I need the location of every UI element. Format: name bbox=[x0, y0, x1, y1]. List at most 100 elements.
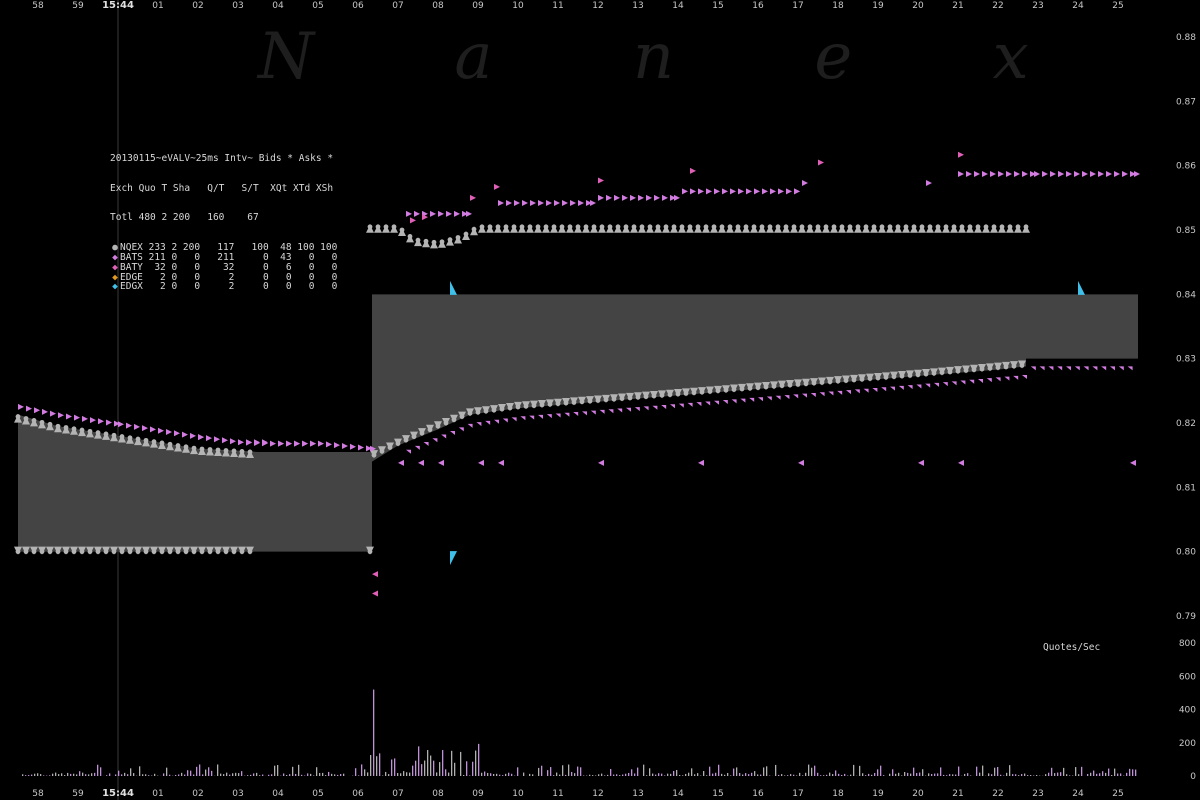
quote-rate-bar bbox=[517, 767, 519, 776]
quote-rate-bar bbox=[1069, 775, 1071, 776]
quote-rate-bar bbox=[1078, 774, 1080, 776]
nqex-bid-marker bbox=[787, 382, 793, 388]
x-tick-top-19: 19 bbox=[872, 1, 884, 11]
nqex-bid-marker bbox=[239, 549, 245, 555]
nqex-bid-marker bbox=[931, 370, 937, 376]
quote-rate-bar bbox=[838, 773, 840, 776]
quote-rate-bar bbox=[616, 774, 618, 776]
nqex-bid-marker bbox=[191, 549, 197, 555]
quote-rate-bar bbox=[892, 769, 894, 776]
quote-rate-bar bbox=[388, 774, 390, 776]
x-tick-bottom-06: 06 bbox=[352, 789, 364, 799]
quote-rate-bar bbox=[901, 775, 903, 776]
nqex-bid-marker bbox=[947, 369, 953, 375]
nqex-bid-marker bbox=[55, 549, 61, 555]
quote-rate-bar bbox=[1114, 768, 1116, 776]
quote-rate-bar bbox=[283, 773, 285, 776]
nqex-bid-marker bbox=[843, 378, 849, 383]
quote-rate-bar bbox=[289, 774, 291, 776]
nqex-bid-marker bbox=[915, 372, 921, 378]
nqex-bid-marker bbox=[771, 383, 777, 389]
nqex-bid-marker bbox=[459, 414, 465, 419]
nqex-ask-marker bbox=[495, 224, 501, 230]
quote-rate-bar bbox=[694, 774, 696, 776]
quote-rate-bar bbox=[256, 772, 258, 776]
quote-rate-bar bbox=[556, 772, 558, 776]
quote-rate-bar bbox=[583, 775, 585, 776]
quote-rate-bar bbox=[91, 773, 93, 776]
quote-rate-bar bbox=[436, 772, 438, 776]
nqex-ask-marker bbox=[735, 224, 741, 230]
quote-rate-bar bbox=[931, 774, 933, 776]
nqex-bid-marker bbox=[659, 392, 665, 398]
quote-rate-bar bbox=[1018, 775, 1020, 776]
quote-rate-bar bbox=[523, 772, 525, 776]
quote-rate-bar bbox=[682, 775, 684, 776]
quote-rate-bar bbox=[1135, 769, 1137, 776]
x-tick-bottom-12: 12 bbox=[592, 789, 603, 799]
quote-rate-bar bbox=[643, 764, 645, 776]
quote-rate-bar bbox=[610, 768, 612, 776]
nqex-ask-marker bbox=[567, 224, 573, 230]
quote-rate-bar bbox=[424, 760, 426, 776]
quote-rate-bar bbox=[343, 773, 345, 776]
nqex-bid-marker bbox=[1011, 363, 1017, 369]
x-tick-top-59: 59 bbox=[72, 1, 84, 11]
nqex-ask-marker bbox=[855, 224, 861, 230]
nqex-bid-marker bbox=[691, 390, 697, 396]
nqex-ask-marker bbox=[863, 224, 869, 230]
nqex-ask-marker bbox=[887, 224, 893, 230]
quote-rate-bar bbox=[538, 767, 540, 776]
nqex-bid-marker bbox=[987, 365, 993, 371]
quote-rate-bar bbox=[187, 770, 189, 776]
x-tick-top-12: 12 bbox=[592, 1, 603, 11]
nqex-bid-marker bbox=[603, 397, 609, 403]
quote-rate-bar bbox=[337, 774, 339, 776]
nqex-bid-marker bbox=[499, 406, 505, 412]
nqex-ask-marker bbox=[519, 224, 525, 230]
quote-rate-bar bbox=[763, 767, 765, 776]
quote-rate-bar bbox=[481, 772, 483, 776]
x-tick-bottom-18: 18 bbox=[832, 789, 844, 799]
quote-rate-bar bbox=[574, 773, 576, 776]
nqex-ask-marker bbox=[783, 224, 789, 230]
quote-rate-bar bbox=[580, 767, 582, 776]
nqex-ask-marker bbox=[639, 224, 645, 230]
nqex-bid-marker bbox=[555, 401, 561, 407]
quote-rate-bar bbox=[406, 772, 408, 776]
quote-rate-bar bbox=[133, 773, 135, 776]
quote-rate-bar bbox=[412, 765, 414, 776]
quote-rate-bar bbox=[673, 770, 675, 776]
quote-rate-bar bbox=[775, 764, 777, 776]
nqex-ask-marker bbox=[623, 224, 629, 230]
x-tick-top-11: 11 bbox=[552, 1, 563, 11]
quote-rate-bar bbox=[1030, 775, 1032, 776]
legend-marker-icon: ◆ bbox=[112, 281, 118, 293]
quote-rate-bar bbox=[691, 768, 693, 776]
quote-rate-bar bbox=[559, 774, 561, 776]
quote-rate-bar bbox=[67, 772, 69, 776]
quote-rate-bar bbox=[532, 774, 534, 776]
nqex-bid-marker bbox=[175, 549, 181, 555]
quote-rate-bar bbox=[868, 773, 870, 776]
quote-rate-bar bbox=[703, 771, 705, 776]
quote-rate-bar bbox=[79, 771, 81, 776]
watermark: N a n e x bbox=[256, 20, 1089, 94]
nqex-bid-marker bbox=[811, 380, 817, 386]
nqex-bid-marker bbox=[199, 549, 205, 555]
nqex-ask-marker bbox=[399, 227, 405, 233]
x-tick-bottom-16: 16 bbox=[752, 789, 764, 799]
quote-rate-bar bbox=[364, 769, 366, 776]
x-tick-bottom-04: 04 bbox=[272, 789, 284, 799]
quote-rate-bar bbox=[760, 774, 762, 776]
nqex-bid-marker bbox=[427, 427, 433, 433]
quote-rate-bar bbox=[904, 772, 906, 776]
nqex-ask-marker bbox=[535, 224, 541, 230]
quote-rate-bar bbox=[169, 774, 171, 776]
nqex-bid-marker bbox=[183, 549, 189, 555]
x-tick-bottom-24: 24 bbox=[1072, 789, 1084, 799]
quote-rate-bar bbox=[598, 774, 600, 776]
nqex-ask-marker bbox=[47, 421, 53, 427]
quote-rate-bar bbox=[679, 774, 681, 776]
nqex-bid-marker bbox=[523, 403, 529, 409]
